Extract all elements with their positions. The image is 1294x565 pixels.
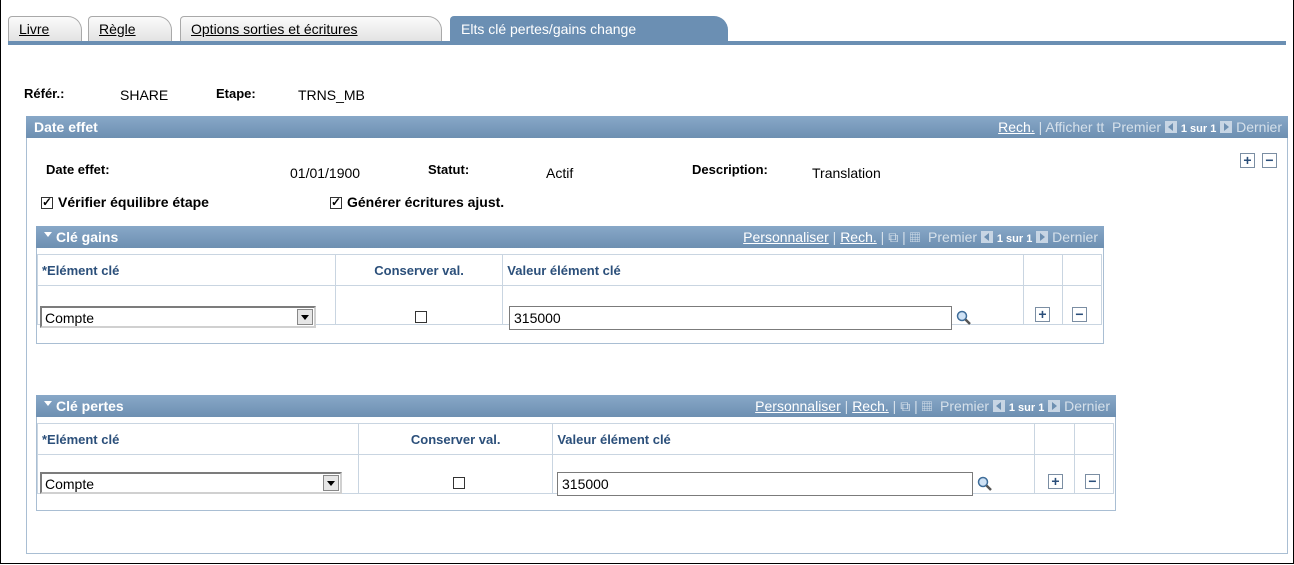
gains-element-value: Compte xyxy=(45,310,95,326)
gains-first-link: Premier xyxy=(928,229,978,245)
pertes-col-element: *Elément clé xyxy=(36,423,360,455)
add-row-button[interactable]: + xyxy=(1240,153,1255,168)
description-label: Description: xyxy=(692,162,768,177)
pertes-last-link: Dernier xyxy=(1064,398,1110,414)
search-icon[interactable] xyxy=(977,476,993,492)
gains-add-button[interactable]: + xyxy=(1035,307,1050,322)
gains-personalize-link[interactable]: Personnaliser xyxy=(743,229,829,245)
search-icon[interactable] xyxy=(956,310,972,326)
gains-col-valeur: Valeur élément clé xyxy=(502,254,1024,286)
verifier-equilibre-label: Vérifier équilibre étape xyxy=(58,194,209,210)
pertes-next-arrow-icon xyxy=(1048,400,1061,412)
generer-ecritures-label: Générer écritures ajust. xyxy=(347,194,505,210)
first-link: Premier xyxy=(1112,119,1162,135)
pertes-first-link: Premier xyxy=(940,398,990,414)
pertes-delete-button[interactable]: − xyxy=(1085,474,1100,489)
gains-zoom-icon[interactable]: ⧉ xyxy=(888,229,898,245)
gains-value-input[interactable]: 315000 xyxy=(509,306,952,330)
etape-value: TRNS_MB xyxy=(298,87,365,103)
gains-col-add xyxy=(1022,254,1063,286)
refer-value: SHARE xyxy=(120,87,169,103)
pertes-add-button[interactable]: + xyxy=(1048,474,1063,489)
date-effet-title: Date effet xyxy=(34,119,98,135)
etape-label: Etape: xyxy=(216,86,256,101)
pertes-nav: Personnaliser | Rech. | ⧉ | ▦ Premier 1 … xyxy=(755,398,1110,414)
verifier-equilibre-checkbox[interactable] xyxy=(41,195,53,209)
pertes-col-valeur: Valeur élément clé xyxy=(552,423,1036,455)
statut-value: Actif xyxy=(546,165,574,181)
date-effet-header: Date effet Rech. | Afficher tt Premier 1… xyxy=(26,116,1288,138)
generer-ecritures-checkbox[interactable] xyxy=(330,195,342,209)
pertes-prev-arrow-icon xyxy=(992,400,1005,412)
pertes-element-select[interactable]: Compte xyxy=(40,472,342,494)
date-effet-value: 01/01/1900 xyxy=(290,165,361,181)
tab-options[interactable]: Options sorties et écritures xyxy=(180,16,442,41)
gains-prev-arrow-icon xyxy=(980,231,993,243)
pertes-col-conserver: Conserver val. xyxy=(358,423,554,455)
description-value: Translation xyxy=(812,165,881,181)
pertes-search-link[interactable]: Rech. xyxy=(852,398,889,414)
gains-search-link[interactable]: Rech. xyxy=(840,229,877,245)
gains-col-del xyxy=(1061,254,1103,286)
pertes-title: Clé pertes xyxy=(44,398,124,414)
pertes-row-count: 1 sur 1 xyxy=(1008,402,1045,414)
pertes-value-input[interactable]: 315000 xyxy=(557,472,973,496)
date-effet-search-link[interactable]: Rech. xyxy=(998,119,1035,135)
tab-underline xyxy=(8,41,1286,45)
pertes-col-add xyxy=(1034,423,1075,455)
pertes-grid-icon[interactable]: ▦ xyxy=(922,398,933,414)
gains-col-conserver: Conserver val. xyxy=(334,254,504,286)
statut-label: Statut: xyxy=(428,162,470,177)
gains-conserver-checkbox[interactable] xyxy=(415,311,427,323)
gains-col-element: *Elément clé xyxy=(37,254,336,286)
pertes-header: Clé pertes Personnaliser | Rech. | ⧉ | ▦… xyxy=(36,395,1116,417)
gains-header: Clé gains Personnaliser | Rech. | ⧉ | ▦ … xyxy=(36,226,1104,248)
pertes-personalize-link[interactable]: Personnaliser xyxy=(755,398,841,414)
gains-element-select[interactable]: Compte xyxy=(40,306,316,328)
tab-elts-cle[interactable]: Elts clé pertes/gains change xyxy=(450,16,728,41)
next-arrow-icon xyxy=(1220,121,1233,133)
gains-grid-icon[interactable]: ▦ xyxy=(910,229,921,245)
view-all-link: Afficher tt xyxy=(1045,119,1105,135)
chevron-down-icon[interactable] xyxy=(297,309,313,325)
gains-next-arrow-icon xyxy=(1036,231,1049,243)
chevron-down-icon[interactable] xyxy=(323,475,339,491)
tab-livre[interactable]: Livre xyxy=(8,16,82,41)
collapse-icon[interactable] xyxy=(44,401,52,410)
collapse-icon[interactable] xyxy=(44,232,52,241)
pertes-col-del xyxy=(1073,423,1115,455)
row-count: 1 sur 1 xyxy=(1180,123,1217,135)
pertes-conserver-checkbox[interactable] xyxy=(453,477,465,489)
gains-row-count: 1 sur 1 xyxy=(996,233,1033,245)
pertes-zoom-icon[interactable]: ⧉ xyxy=(900,398,910,414)
gains-nav: Personnaliser | Rech. | ⧉ | ▦ Premier 1 … xyxy=(743,229,1098,245)
delete-row-button[interactable]: − xyxy=(1262,153,1277,168)
date-effet-label: Date effet: xyxy=(46,162,110,177)
pertes-element-value: Compte xyxy=(45,476,95,492)
gains-delete-button[interactable]: − xyxy=(1072,307,1087,322)
refer-label: Référ.: xyxy=(24,86,65,101)
last-link: Dernier xyxy=(1236,119,1282,135)
gains-last-link: Dernier xyxy=(1052,229,1098,245)
prev-arrow-icon xyxy=(1164,121,1177,133)
gains-title: Clé gains xyxy=(44,229,118,245)
date-effet-nav: Rech. | Afficher tt Premier 1 sur 1 Dern… xyxy=(998,119,1282,135)
tab-regle[interactable]: Règle xyxy=(88,16,172,41)
